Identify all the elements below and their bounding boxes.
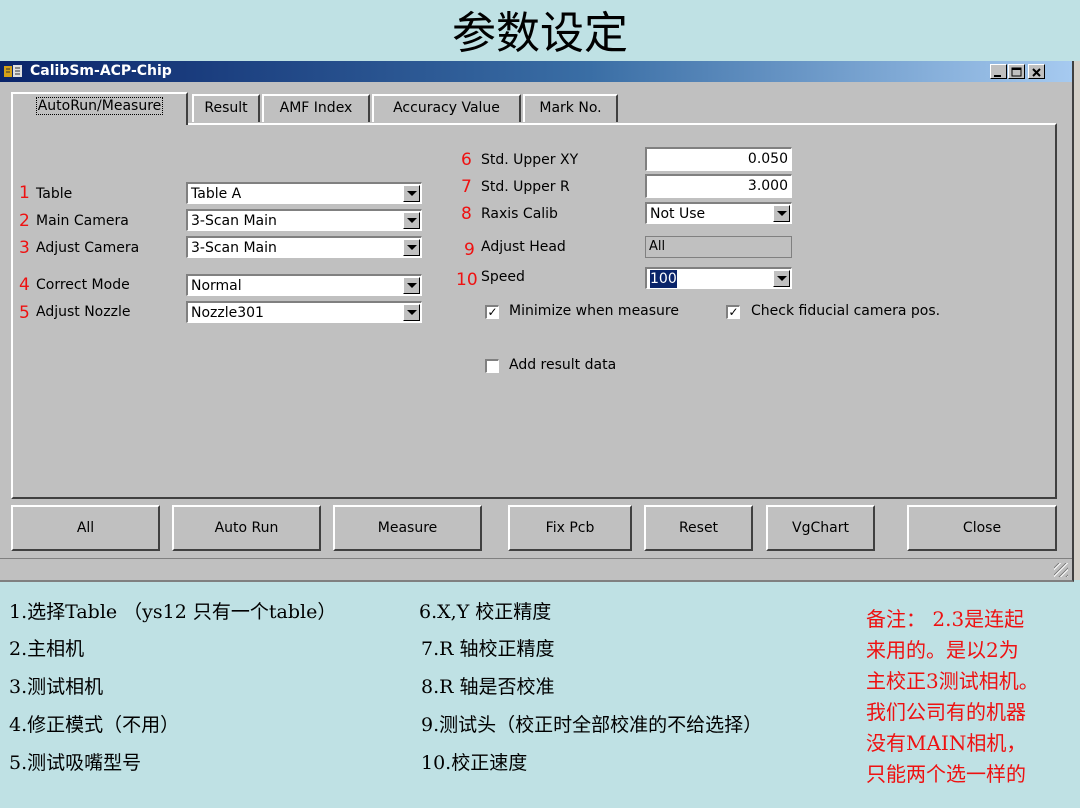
note-item: 6.X,Y 校正精度 <box>419 601 552 623</box>
main-camera-label: Main Camera <box>36 213 129 229</box>
main-camera-value: 3-Scan Main <box>191 213 277 229</box>
field-number: 3 <box>19 238 30 258</box>
check-fiducial-checkbox[interactable]: ✓ <box>726 305 740 319</box>
chevron-down-icon[interactable] <box>773 270 790 287</box>
raxis-calib-label: Raxis Calib <box>481 206 558 222</box>
table-label: Table <box>36 186 73 202</box>
status-bar <box>0 558 1072 580</box>
remark-line: 我们公司有的机器 <box>866 700 1026 724</box>
note-item: 8.R 轴是否校准 <box>421 676 555 698</box>
adjust-nozzle-value: Nozzle301 <box>191 305 264 321</box>
note-item: 5.测试吸嘴型号 <box>9 752 142 774</box>
remark-line: 主校正3测试相机。 <box>866 669 1039 693</box>
adjust-nozzle-select[interactable]: Nozzle301 <box>186 301 422 323</box>
field-number: 9 <box>464 240 475 260</box>
correct-mode-select[interactable]: Normal <box>186 274 422 296</box>
raxis-calib-select[interactable]: Not Use <box>645 202 792 224</box>
field-number: 6 <box>461 150 472 170</box>
chevron-down-icon[interactable] <box>403 185 420 202</box>
std-upper-xy-input[interactable]: 0.050 <box>645 147 792 171</box>
tab-mark-no[interactable]: Mark No. <box>523 94 618 122</box>
table-select[interactable]: Table A <box>186 182 422 204</box>
tab-accuracy-value[interactable]: Accuracy Value <box>372 94 521 122</box>
chevron-down-icon[interactable] <box>403 239 420 256</box>
minimize-icon <box>994 75 1001 77</box>
close-icon <box>1032 68 1041 77</box>
field-number: 10 <box>456 270 478 290</box>
window-title: CalibSm-ACP-Chip <box>30 63 172 79</box>
std-upper-r-label: Std. Upper R <box>481 179 570 195</box>
tab-label: AutoRun/Measure <box>35 97 164 115</box>
check-fiducial-checkbox-label: Check fiducial camera pos. <box>751 303 941 319</box>
table-value: Table A <box>191 186 242 202</box>
tab-amf-index[interactable]: AMF Index <box>262 94 370 122</box>
maximize-icon <box>1011 67 1022 77</box>
adjust-camera-select[interactable]: 3-Scan Main <box>186 236 422 258</box>
resize-grip-icon[interactable] <box>1054 563 1068 577</box>
tab-result[interactable]: Result <box>192 94 260 122</box>
close-window-button[interactable] <box>1028 64 1045 79</box>
measure-button[interactable]: Measure <box>333 505 482 551</box>
adjust-head-label: Adjust Head <box>481 239 566 255</box>
slide-title: 参数设定 <box>452 8 628 59</box>
reset-button[interactable]: Reset <box>644 505 753 551</box>
add-result-checkbox-label: Add result data <box>509 357 617 373</box>
tab-label: Accuracy Value <box>393 100 500 116</box>
tab-label: AMF Index <box>279 100 353 116</box>
speed-label: Speed <box>481 269 525 285</box>
remark-line: 备注： 2.3是连起 <box>866 607 1025 631</box>
adjust-nozzle-label: Adjust Nozzle <box>36 304 131 320</box>
raxis-calib-value: Not Use <box>650 206 706 222</box>
note-item: 2.主相机 <box>9 638 85 660</box>
main-camera-select[interactable]: 3-Scan Main <box>186 209 422 231</box>
note-item: 4.修正模式（不用） <box>9 714 180 736</box>
tab-label: Mark No. <box>539 100 602 116</box>
all-button[interactable]: All <box>11 505 160 551</box>
chevron-down-icon[interactable] <box>403 277 420 294</box>
vgchart-button[interactable]: VgChart <box>766 505 875 551</box>
correct-mode-value: Normal <box>191 278 242 294</box>
window-right-edge <box>1074 61 1080 580</box>
field-number: 8 <box>461 204 472 224</box>
note-item: 10.校正速度 <box>421 752 528 774</box>
tab-autorun-measure[interactable]: AutoRun/Measure <box>11 92 188 125</box>
note-item: 7.R 轴校正精度 <box>421 638 555 660</box>
auto-run-button[interactable]: Auto Run <box>172 505 321 551</box>
autorun-measure-panel: 1 Table Table A 2 Main Camera 3-Scan Mai… <box>11 123 1057 499</box>
field-number: 7 <box>461 177 472 197</box>
speed-select[interactable]: 100 <box>645 267 792 289</box>
field-number: 4 <box>19 275 30 295</box>
fix-pcb-button[interactable]: Fix Pcb <box>508 505 632 551</box>
remark-line: 只能两个选一样的 <box>866 762 1026 786</box>
minimize-checkbox[interactable]: ✓ <box>485 305 499 319</box>
std-upper-xy-label: Std. Upper XY <box>481 152 579 168</box>
speed-value: 100 <box>650 270 677 288</box>
chevron-down-icon[interactable] <box>403 212 420 229</box>
minimize-checkbox-label: Minimize when measure <box>509 303 679 319</box>
adjust-head-field: All <box>645 236 792 258</box>
chevron-down-icon[interactable] <box>403 304 420 321</box>
field-number: 1 <box>19 183 30 203</box>
remark-note: 备注： 2.3是连起 来用的。是以2为 主校正3测试相机。 我们公司有的机器 没… <box>866 604 1076 790</box>
minimize-button[interactable] <box>990 64 1007 79</box>
chevron-down-icon[interactable] <box>773 205 790 222</box>
app-window: CalibSm-ACP-Chip AutoRun/Measure Result … <box>0 61 1074 582</box>
remark-line: 没有MAIN相机， <box>866 731 1027 755</box>
field-number: 5 <box>19 303 30 323</box>
remark-line: 来用的。是以2为 <box>866 638 1019 662</box>
adjust-camera-value: 3-Scan Main <box>191 240 277 256</box>
maximize-button[interactable] <box>1008 64 1025 79</box>
field-number: 2 <box>19 211 30 231</box>
note-item: 1.选择Table （ys12 只有一个table） <box>9 601 337 623</box>
note-item: 9.测试头（校正时全部校准的不给选择） <box>421 714 763 736</box>
std-upper-r-input[interactable]: 3.000 <box>645 174 792 198</box>
adjust-camera-label: Adjust Camera <box>36 240 140 256</box>
correct-mode-label: Correct Mode <box>36 277 130 293</box>
note-item: 3.测试相机 <box>9 676 104 698</box>
add-result-checkbox[interactable] <box>485 359 499 373</box>
tab-label: Result <box>204 100 248 116</box>
app-icon <box>4 65 22 77</box>
close-button[interactable]: Close <box>907 505 1057 551</box>
title-bar[interactable]: CalibSm-ACP-Chip <box>0 61 1072 82</box>
